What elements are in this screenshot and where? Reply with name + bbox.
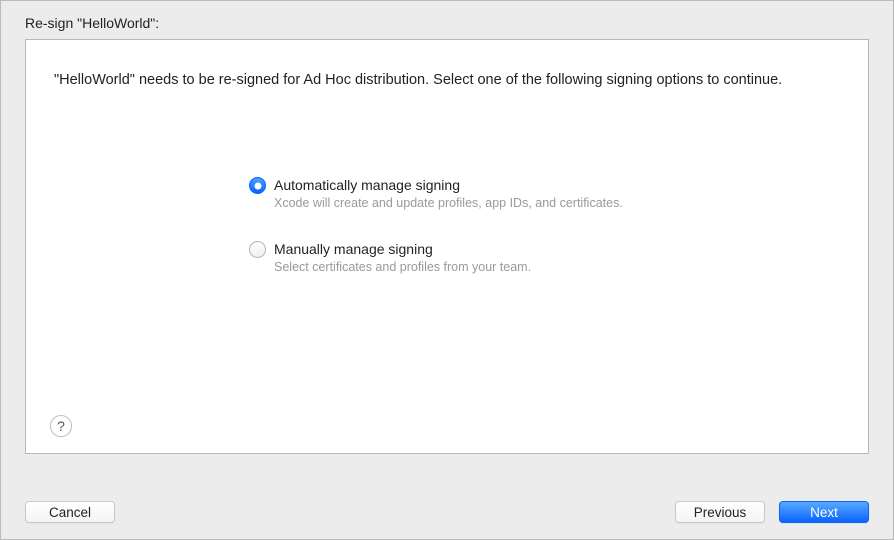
radio-icon: [249, 241, 266, 258]
right-buttons: Previous Next: [675, 501, 869, 523]
next-button[interactable]: Next: [779, 501, 869, 523]
cancel-button[interactable]: Cancel: [25, 501, 115, 523]
option-text: Manually manage signing Select certifica…: [274, 240, 531, 274]
option-automatic-signing[interactable]: Automatically manage signing Xcode will …: [249, 176, 840, 210]
dialog-title: Re-sign "HelloWorld":: [1, 1, 893, 39]
help-icon: ?: [57, 418, 65, 434]
previous-button[interactable]: Previous: [675, 501, 765, 523]
option-sublabel: Xcode will create and update profiles, a…: [274, 196, 623, 210]
option-sublabel: Select certificates and profiles from yo…: [274, 260, 531, 274]
help-button[interactable]: ?: [50, 415, 72, 437]
option-manual-signing[interactable]: Manually manage signing Select certifica…: [249, 240, 840, 274]
radio-icon: [249, 177, 266, 194]
resign-dialog: Re-sign "HelloWorld": "HelloWorld" needs…: [0, 0, 894, 540]
button-row: Cancel Previous Next: [1, 501, 893, 523]
option-label: Automatically manage signing: [274, 176, 623, 194]
option-label: Manually manage signing: [274, 240, 531, 258]
description-text: "HelloWorld" needs to be re-signed for A…: [54, 70, 840, 91]
signing-options: Automatically manage signing Xcode will …: [249, 176, 840, 274]
content-panel: "HelloWorld" needs to be re-signed for A…: [25, 39, 869, 454]
option-text: Automatically manage signing Xcode will …: [274, 176, 623, 210]
